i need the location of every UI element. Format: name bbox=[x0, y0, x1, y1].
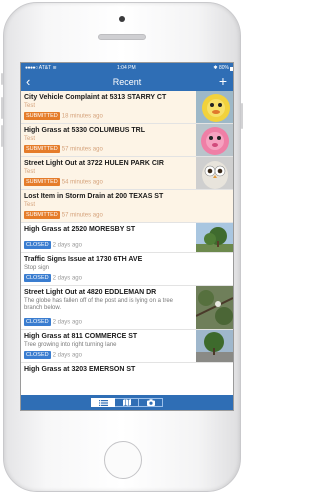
report-description: Tree growing into right turning lane bbox=[24, 342, 117, 348]
report-time: 2 days ago bbox=[52, 352, 82, 359]
nav-bar: ‹ Recent + bbox=[21, 73, 233, 91]
report-description: Test bbox=[24, 169, 36, 175]
report-title: Traffic Signs Issue at 1730 6TH AVE bbox=[24, 256, 143, 263]
tree-and-sky-image bbox=[196, 223, 233, 252]
report-time: 18 minutes ago bbox=[61, 113, 103, 120]
app-screen: ●●●●○ AT&T ≋ 1:04 PM ✱ 80% ‹ Recent + Ci… bbox=[20, 62, 234, 411]
reports-list[interactable]: City Vehicle Complaint at 5313 STARRY CT… bbox=[21, 91, 233, 395]
report-meta: CLOSED 2 days ago bbox=[24, 274, 82, 282]
status-badge: SUBMITTED bbox=[24, 178, 60, 186]
report-time: 54 minutes ago bbox=[61, 179, 103, 186]
report-photo[interactable] bbox=[196, 330, 233, 362]
tab-bar bbox=[21, 395, 233, 410]
status-carrier: ●●●●○ AT&T ≋ bbox=[25, 65, 57, 71]
status-badge: SUBMITTED bbox=[24, 145, 60, 153]
tab-map[interactable] bbox=[115, 398, 139, 407]
pink-fluffy-toy-image bbox=[196, 124, 233, 156]
status-badge: SUBMITTED bbox=[24, 211, 60, 219]
report-title: Lost Item in Storm Drain at 200 TEXAS ST bbox=[24, 193, 164, 200]
report-row[interactable]: High Grass at 811 COMMERCE ST Tree growi… bbox=[21, 330, 233, 363]
tab-camera[interactable] bbox=[139, 398, 163, 407]
yellow-fluffy-toy-image bbox=[196, 91, 233, 123]
status-badge: CLOSED bbox=[24, 274, 51, 282]
report-meta: SUBMITTED 57 minutes ago bbox=[24, 211, 103, 219]
status-time: 1:04 PM bbox=[117, 65, 136, 71]
report-row[interactable]: City Vehicle Complaint at 5313 STARRY CT… bbox=[21, 91, 233, 124]
tree-branch-image bbox=[196, 286, 233, 329]
report-row[interactable]: Street Light Out at 4820 EDDLEMAN DR The… bbox=[21, 286, 233, 330]
mute-switch bbox=[1, 73, 3, 85]
street-tree-image bbox=[196, 330, 233, 362]
map-icon bbox=[122, 399, 131, 406]
report-description: Test bbox=[24, 136, 36, 142]
report-meta: SUBMITTED 54 minutes ago bbox=[24, 178, 103, 186]
owl-toy-image bbox=[196, 157, 233, 189]
page-title: Recent bbox=[112, 77, 142, 87]
earpiece-speaker bbox=[98, 34, 146, 40]
tab-list[interactable] bbox=[91, 398, 115, 407]
battery-icon bbox=[230, 67, 233, 71]
report-row[interactable]: Lost Item in Storm Drain at 200 TEXAS ST… bbox=[21, 190, 233, 223]
report-row[interactable]: High Grass at 3203 EMERSON ST bbox=[21, 363, 233, 395]
report-description: Test bbox=[24, 103, 36, 109]
report-time: 2 days ago bbox=[52, 319, 82, 326]
power-button bbox=[241, 103, 243, 129]
list-icon bbox=[98, 399, 108, 406]
report-meta: SUBMITTED 18 minutes ago bbox=[24, 112, 103, 120]
report-description: The globe has fallen off of the post and… bbox=[24, 298, 173, 311]
report-title: High Grass at 2520 MORESBY ST bbox=[24, 226, 136, 233]
report-time: 2 days ago bbox=[52, 242, 82, 249]
report-photo[interactable] bbox=[196, 223, 233, 252]
battery-percent: 80% bbox=[218, 65, 229, 71]
report-title: High Grass at 811 COMMERCE ST bbox=[24, 333, 138, 340]
report-photo[interactable] bbox=[196, 157, 233, 189]
report-time: 57 minutes ago bbox=[61, 212, 103, 219]
status-badge: CLOSED bbox=[24, 351, 51, 359]
front-camera bbox=[119, 16, 125, 22]
report-description: Test bbox=[24, 202, 36, 208]
carrier-label: AT&T bbox=[38, 65, 52, 71]
status-badge: CLOSED bbox=[24, 318, 51, 326]
bluetooth-icon: ✱ bbox=[213, 65, 218, 71]
camera-icon bbox=[146, 399, 155, 406]
report-title: Street Light Out at 3722 HULEN PARK CIR bbox=[24, 160, 164, 167]
report-row[interactable]: Traffic Signs Issue at 1730 6TH AVE Stop… bbox=[21, 253, 233, 286]
report-meta: SUBMITTED 57 minutes ago bbox=[24, 145, 103, 153]
home-button[interactable] bbox=[104, 441, 142, 479]
report-title: High Grass at 3203 EMERSON ST bbox=[24, 366, 136, 373]
signal-icon: ●●●●○ bbox=[25, 65, 38, 71]
wifi-icon: ≋ bbox=[52, 65, 57, 71]
report-title: High Grass at 5330 COLUMBUS TRL bbox=[24, 127, 145, 134]
report-meta: CLOSED 2 days ago bbox=[24, 351, 82, 359]
report-meta: CLOSED 2 days ago bbox=[24, 318, 82, 326]
report-meta: CLOSED 2 days ago bbox=[24, 241, 82, 249]
report-time: 57 minutes ago bbox=[61, 146, 103, 153]
volume-down-button bbox=[1, 125, 3, 147]
report-photo[interactable] bbox=[196, 124, 233, 156]
status-bar: ●●●●○ AT&T ≋ 1:04 PM ✱ 80% bbox=[21, 63, 233, 73]
report-photo[interactable] bbox=[196, 286, 233, 329]
add-report-button[interactable]: + bbox=[219, 74, 227, 89]
report-title: City Vehicle Complaint at 5313 STARRY CT bbox=[24, 94, 167, 101]
status-badge: CLOSED bbox=[24, 241, 51, 249]
status-badge: SUBMITTED bbox=[24, 112, 60, 120]
volume-up-button bbox=[1, 97, 3, 119]
report-row[interactable]: High Grass at 5330 COLUMBUS TRL Test SUB… bbox=[21, 124, 233, 157]
report-photo[interactable] bbox=[196, 91, 233, 123]
report-description: Stop sign bbox=[24, 265, 50, 271]
report-row[interactable]: High Grass at 2520 MORESBY ST CLOSED 2 da… bbox=[21, 223, 233, 253]
report-time: 2 days ago bbox=[52, 275, 82, 282]
report-title: Street Light Out at 4820 EDDLEMAN DR bbox=[24, 289, 157, 296]
status-battery: ✱ 80% bbox=[213, 65, 233, 71]
report-row[interactable]: Street Light Out at 3722 HULEN PARK CIR … bbox=[21, 157, 233, 190]
